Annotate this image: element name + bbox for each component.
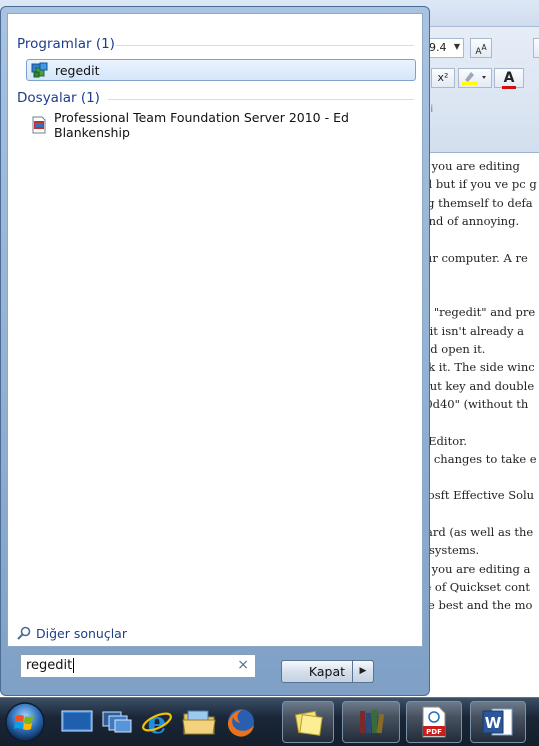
section-divider (108, 99, 414, 100)
document-line: ing themself to defa (416, 195, 533, 210)
document-line: eout key and double (416, 378, 535, 393)
shutdown-label: Kapat (308, 664, 346, 679)
more-results-link[interactable]: Diğer sonuçlar (17, 626, 127, 641)
document-line: he changes to take e (416, 451, 537, 466)
highlighter-icon (462, 72, 486, 85)
show-desktop-icon (61, 710, 93, 732)
document-line: pe "regedit" and pre (416, 305, 536, 320)
result-item-document[interactable]: Professional Team Foundation Server 2010… (26, 110, 416, 140)
grow-font-icon: AA (475, 43, 487, 57)
highlight-color-button[interactable] (458, 68, 492, 88)
grow-font-button[interactable]: AA (470, 38, 492, 58)
search-input[interactable]: regedit × (20, 654, 256, 678)
section-divider (116, 45, 414, 46)
font-color-icon: A (501, 70, 517, 89)
document-line: ell but if you ve pc g (418, 177, 537, 192)
firefox-button[interactable] (218, 701, 264, 743)
search-input-value: regedit (26, 658, 73, 673)
document-line: Hard (as well as the (416, 525, 534, 539)
regedit-icon (31, 62, 48, 78)
document-line: 30d40" (without th (418, 396, 529, 411)
document-line: ut you are editing (416, 159, 520, 173)
document-line: ce of Quickset cont (418, 579, 531, 594)
sticky-notes-icon (295, 710, 323, 736)
chevron-right-icon: ▶ (359, 666, 367, 676)
document-file-icon (32, 116, 46, 134)
more-results-label: Diğer sonuçlar (36, 626, 127, 641)
firefox-icon (227, 709, 254, 737)
document-line: our computer. A re (418, 250, 528, 265)
section-header-programs: Programlar (1) (17, 36, 115, 52)
result-item-label: regedit (55, 62, 100, 78)
section-header-files: Dosyalar (1) (17, 90, 100, 106)
pdf-reader-icon: PDF (422, 706, 446, 738)
document-line: Mosft Effective Solu (416, 488, 535, 503)
document-line: the best and the mo (416, 598, 533, 613)
font-size-select[interactable]: 9.4 ▼ (424, 38, 464, 58)
document-line: kind of annoying. (418, 213, 520, 228)
chevron-down-icon: ▼ (453, 42, 460, 51)
pdf-reader-button[interactable]: PDF (406, 701, 462, 743)
library-books-icon (360, 710, 385, 734)
internet-explorer-button[interactable]: e (134, 701, 180, 743)
result-item-regedit[interactable]: regedit (26, 59, 416, 81)
font-size-value: 9.4 (429, 41, 447, 54)
taskbar: e PDF W (0, 697, 539, 746)
svg-text:W: W (485, 714, 502, 732)
search-results-panel: Programlar (1) regedit Dosyalar (1) Prof… (7, 13, 423, 647)
folder-explorer-icon (182, 710, 216, 735)
svg-text:PDF: PDF (426, 728, 442, 736)
word-button[interactable]: W (470, 701, 526, 743)
superscript-icon: x² (437, 71, 449, 84)
result-item-label: Professional Team Foundation Server 2010… (54, 110, 349, 140)
shutdown-options-button[interactable]: ▶ (352, 660, 374, 683)
font-color-button[interactable]: A (494, 68, 524, 89)
clear-search-icon[interactable]: × (237, 657, 249, 673)
text-caret (73, 658, 75, 673)
folder-explorer-button[interactable] (176, 701, 222, 743)
document-line: ut you are editing a (416, 561, 531, 576)
library-button[interactable] (342, 701, 400, 743)
sticky-notes-button[interactable] (282, 701, 334, 743)
superscript-button[interactable]: x² (431, 68, 455, 88)
svg-text:e: e (147, 706, 166, 739)
switch-windows-icon (102, 711, 132, 733)
search-icon (17, 626, 31, 640)
word-icon: W (482, 708, 513, 736)
internet-explorer-icon: e (142, 706, 172, 739)
document-line: if it isn't already a (418, 323, 525, 338)
ribbon-overflow-button[interactable] (533, 38, 539, 58)
start-menu: Programlar (1) regedit Dosyalar (1) Prof… (0, 6, 430, 696)
document-line: ick it. The side winc (418, 360, 535, 375)
start-button[interactable] (4, 701, 46, 743)
